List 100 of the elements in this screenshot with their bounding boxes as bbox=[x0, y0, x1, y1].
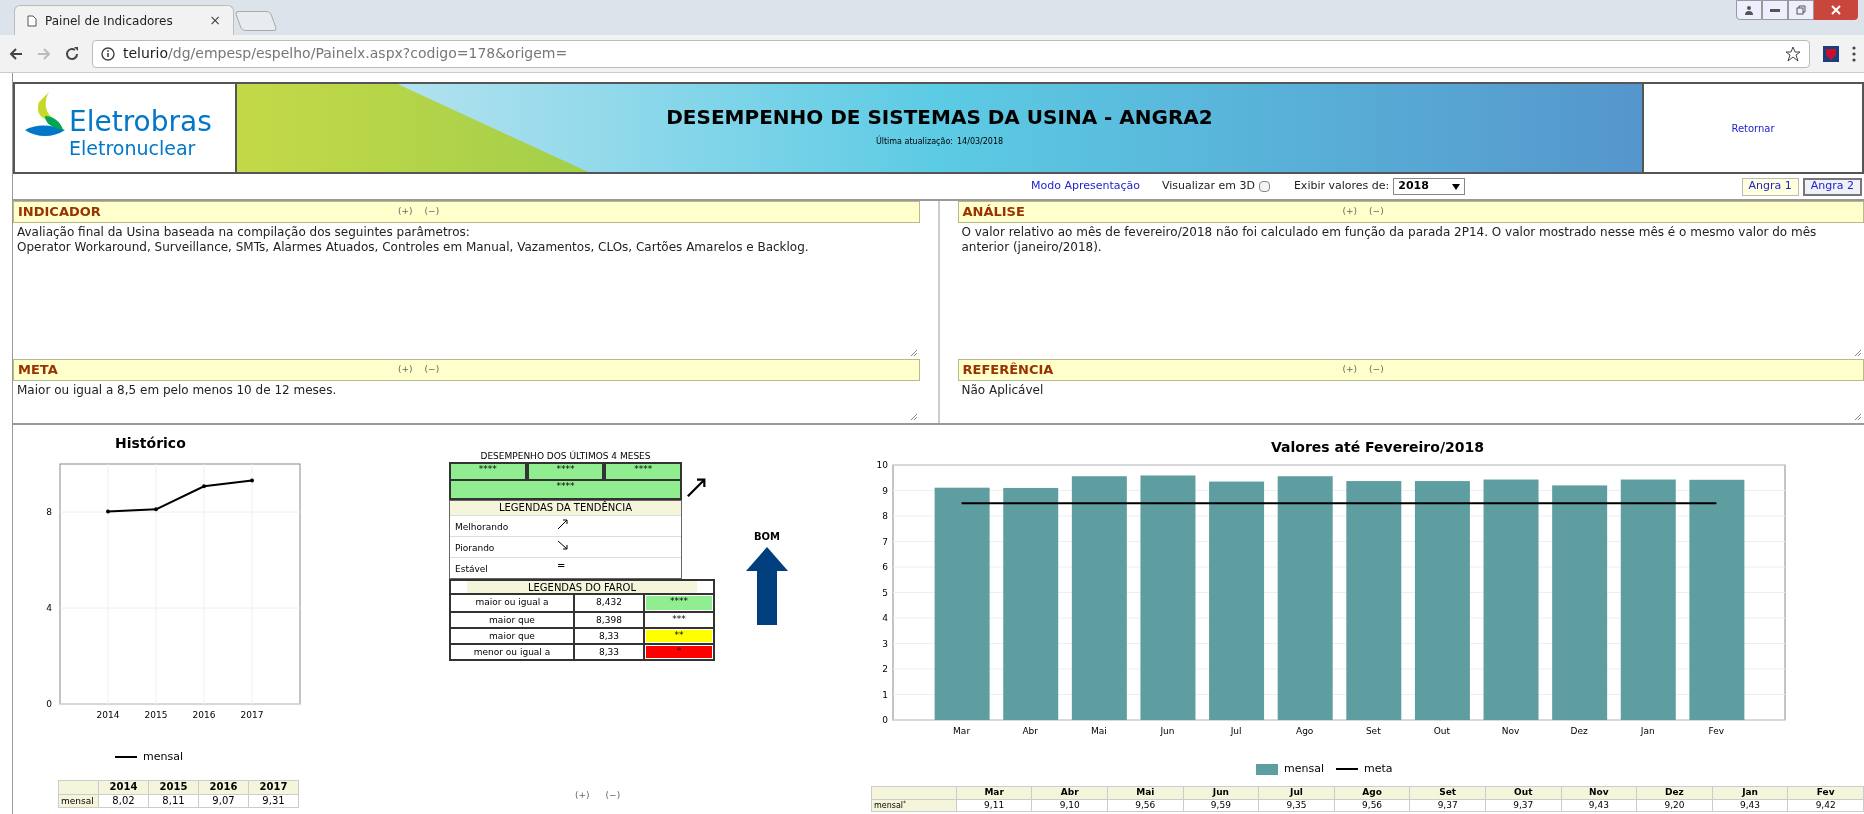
collapse-link[interactable]: (−) bbox=[424, 363, 440, 377]
update-label: Última atualização: bbox=[875, 136, 953, 148]
axis-tick-label: 5 bbox=[882, 587, 888, 598]
axis-tick-label: 3 bbox=[882, 638, 888, 649]
performance-cell: **** bbox=[449, 462, 527, 481]
table-cell: 9,35 bbox=[1258, 799, 1335, 811]
signal-cell: * bbox=[646, 646, 712, 658]
view-3d-checkbox[interactable] bbox=[1258, 181, 1270, 192]
axis-tick-label: 1 bbox=[882, 689, 888, 700]
data-point bbox=[202, 484, 206, 489]
table-cell: 9,37 bbox=[1409, 799, 1486, 811]
legend-label: Melhorando bbox=[455, 520, 510, 534]
collapse-link[interactable]: (−) bbox=[1369, 205, 1384, 219]
equal-symbol: = bbox=[557, 559, 566, 573]
presentation-mode-link[interactable]: Modo Apresentação bbox=[1031, 178, 1141, 195]
legend-label: mensal bbox=[143, 749, 183, 765]
axis-tick-label: Ago bbox=[1296, 726, 1314, 736]
back-icon[interactable] bbox=[8, 45, 24, 62]
axis-tick-label: 2016 bbox=[192, 710, 216, 720]
table-header-cell: Jan bbox=[1712, 786, 1788, 799]
minimize-button[interactable] bbox=[1762, 0, 1788, 20]
legend-label: mensal bbox=[1284, 761, 1324, 777]
table-header-cell: Mar bbox=[956, 786, 1032, 799]
menu-icon[interactable] bbox=[1852, 45, 1856, 62]
performance-cell: **** bbox=[449, 481, 682, 500]
resize-handle-icon[interactable] bbox=[909, 349, 918, 357]
update-date: 14/03/2018 bbox=[957, 136, 1004, 148]
tab-title: Painel de Indicadores bbox=[45, 12, 174, 30]
url-text: telurio/dg/empesp/espelho/Painelx.aspx?codigo=178&origem= bbox=[123, 44, 569, 63]
table-cell: 9,37 bbox=[1485, 799, 1562, 811]
data-point bbox=[106, 509, 110, 514]
data-point bbox=[154, 507, 158, 512]
panel-title: REFERÊNCIA bbox=[962, 361, 1055, 380]
table-cell: 9,07 bbox=[198, 794, 249, 807]
restore-icon bbox=[1796, 5, 1806, 15]
arrow-up-icon bbox=[746, 547, 788, 625]
performance-cell: **** bbox=[604, 462, 682, 481]
return-link[interactable]: Retornar bbox=[1731, 120, 1775, 136]
resize-handle-icon[interactable] bbox=[1854, 349, 1862, 357]
resize-handle-icon[interactable] bbox=[1854, 413, 1862, 421]
info-icon bbox=[101, 46, 115, 61]
unit-tab[interactable]: Angra 2 bbox=[1802, 177, 1862, 196]
collapse-link[interactable]: (−) bbox=[424, 205, 440, 219]
table-header-cell: Ago bbox=[1334, 786, 1410, 799]
close-icon bbox=[1831, 5, 1841, 15]
year-select[interactable]: 2018 bbox=[1393, 178, 1466, 195]
minimize-icon bbox=[1770, 8, 1780, 12]
axis-tick-label: Jun bbox=[1160, 726, 1175, 736]
close-tab-button[interactable]: × bbox=[209, 10, 221, 31]
axis-tick-label: 2014 bbox=[96, 710, 120, 720]
values-label: Exibir valores de: bbox=[1293, 178, 1390, 195]
reload-icon[interactable] bbox=[64, 45, 80, 62]
table-cell: 9,31 bbox=[248, 794, 299, 807]
axis-tick-label: Jan bbox=[1640, 726, 1655, 736]
restore-button[interactable] bbox=[1788, 0, 1814, 20]
close-window-button[interactable] bbox=[1814, 0, 1858, 20]
condition-cell: menor ou igual a bbox=[451, 645, 575, 659]
legend-label: Piorando bbox=[455, 541, 496, 555]
axis-tick-label: 4 bbox=[882, 613, 888, 623]
chart-title: Valores até Fevereiro/2018 bbox=[1271, 438, 1485, 457]
user-icon bbox=[1744, 5, 1754, 15]
collapse-link[interactable]: (−) bbox=[605, 789, 621, 803]
panel-title: META bbox=[18, 361, 59, 380]
table-cell: 9,42 bbox=[1787, 799, 1864, 811]
browser-tab[interactable]: Painel de Indicadores × bbox=[14, 5, 234, 35]
table-cell: 9,56 bbox=[1334, 799, 1410, 811]
condition-cell: maior que bbox=[451, 613, 575, 627]
collapse-link[interactable]: (−) bbox=[1369, 363, 1384, 377]
table-header-cell: 2014 bbox=[98, 780, 149, 794]
unit-tab[interactable]: Angra 1 bbox=[1741, 177, 1799, 196]
expand-link[interactable]: (+) bbox=[575, 789, 590, 803]
chart-title: Histórico bbox=[115, 434, 186, 453]
view-3d-label: Visualizar em 3D bbox=[1162, 178, 1255, 195]
user-button[interactable] bbox=[1736, 0, 1762, 20]
expand-link[interactable]: (+) bbox=[398, 363, 413, 377]
expand-link[interactable]: (+) bbox=[398, 205, 413, 219]
page-title: DESEMPENHO DE SISTEMAS DA USINA - ANGRA2 bbox=[666, 104, 1213, 131]
arrow-up-right-icon bbox=[557, 518, 569, 530]
resize-handle-icon[interactable] bbox=[909, 413, 918, 421]
expand-link[interactable]: (+) bbox=[1342, 205, 1358, 219]
table-header-cell: Fev bbox=[1787, 786, 1864, 799]
table-cell: 9,59 bbox=[1183, 799, 1259, 811]
status-label: BOM bbox=[753, 530, 781, 544]
condition-cell: maior ou igual a bbox=[451, 595, 575, 611]
expand-link[interactable]: (+) bbox=[1342, 363, 1358, 377]
axis-tick-label: 8 bbox=[46, 507, 52, 517]
axis-tick-label: 8 bbox=[882, 511, 888, 521]
axis-tick-label: Mai bbox=[1090, 726, 1107, 736]
section-title: DESEMPENHO DOS ÚLTIMOS 4 MESES bbox=[479, 450, 652, 462]
axis-tick-label: 6 bbox=[882, 562, 888, 572]
table-header-cell: Out bbox=[1485, 786, 1562, 799]
axis-tick-label: Nov bbox=[1501, 726, 1520, 736]
panel-title: ANÁLISE bbox=[962, 203, 1026, 222]
shield-icon[interactable] bbox=[1822, 44, 1840, 63]
axis-tick-label: Dez bbox=[1570, 726, 1588, 736]
axis-tick-label: Jul bbox=[1230, 726, 1242, 736]
axis-tick-label: 2017 bbox=[240, 710, 264, 720]
table-header-cell: Set bbox=[1409, 786, 1486, 799]
star-icon[interactable] bbox=[1785, 45, 1801, 62]
address-field[interactable]: telurio/dg/empesp/espelho/Painelx.aspx?codigo=178&origem= bbox=[92, 39, 1810, 68]
